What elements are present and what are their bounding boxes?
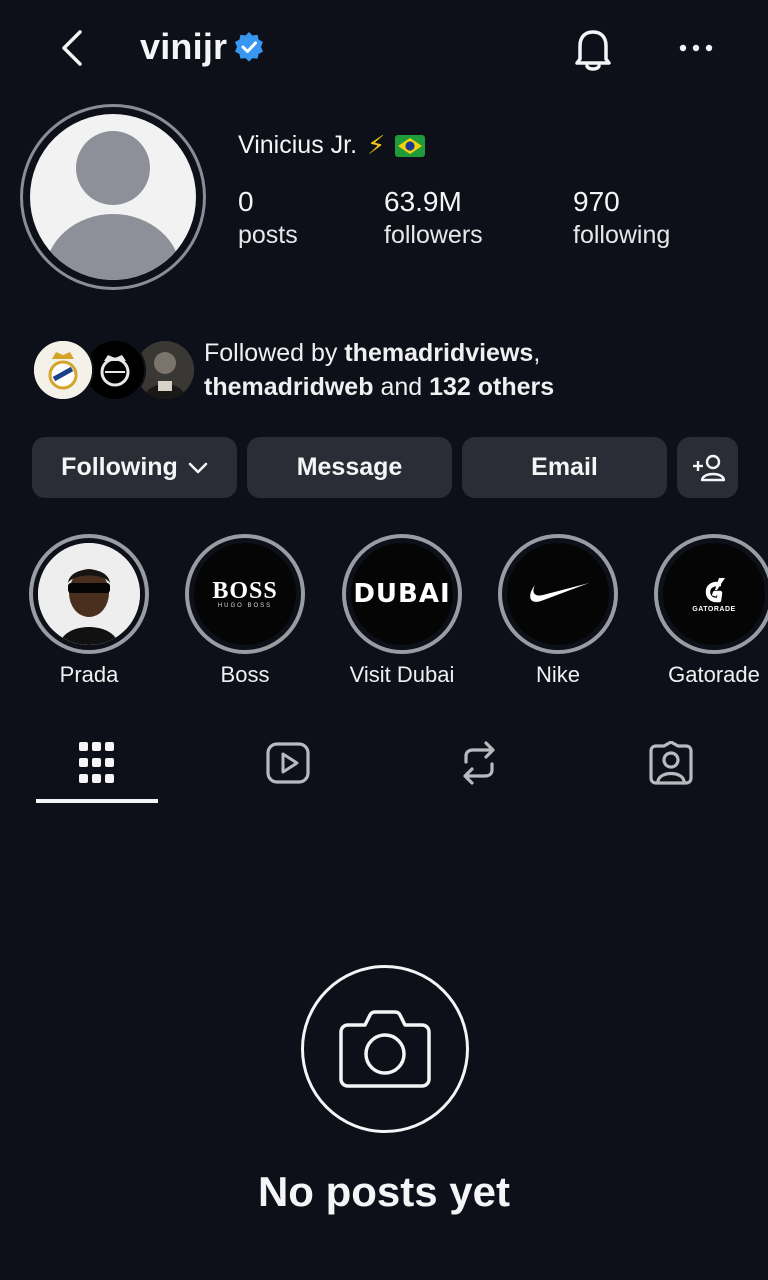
message-button[interactable]: Message [247,437,452,498]
following-label: following [573,221,671,249]
followed-prefix: Followed by [204,339,338,367]
active-tab-indicator [36,799,158,803]
reposts-icon [463,741,495,785]
empty-state-title: No posts yet [257,1168,511,1215]
highlight-ring [498,534,618,654]
followed-user-2[interactable]: themadridweb [204,373,373,401]
chevron-down-icon [188,462,208,473]
add-person-icon [692,454,725,481]
following-count: 970 [573,186,620,217]
camera-circle [301,965,469,1133]
chevron-left-icon [62,30,82,66]
lightning-emoji: ⚡ [367,130,386,160]
default-avatar-icon [30,114,196,280]
tab-posts-grid[interactable] [79,742,115,784]
profile-username: vinijr [140,26,228,67]
dubai-logo: DUBAI [351,543,453,645]
highlight-ring: GATORADE [654,534,768,654]
tab-reposts[interactable] [458,740,500,786]
profile-full-name: Vinicius Jr. ⚡ [238,130,426,161]
boss-logo: BOSS HUGO BOSS [194,543,296,645]
highlight-gatorade[interactable]: GATORADE Gatorade [654,534,768,688]
camera-icon [339,1010,431,1088]
highlight-label: Prada [59,662,119,687]
stat-followers[interactable]: 63.9M followers [384,186,483,252]
highlight-label: Boss [220,662,270,687]
full-name-text: Vinicius Jr. [238,131,358,159]
followers-count: 63.9M [384,186,462,217]
boss-logo-text: BOSS [212,578,278,604]
email-button[interactable]: Email [462,437,667,498]
suggest-users-button[interactable] [677,437,738,498]
bell-icon [575,30,611,71]
highlight-label: Gatorade [668,662,760,687]
gatorade-logo: GATORADE [663,543,765,645]
followed-user-1[interactable]: themadridviews [344,339,533,367]
nike-swoosh-icon [507,543,609,645]
verified-badge-icon [233,31,265,63]
highlight-visit-dubai[interactable]: DUBAI Visit Dubai [342,534,462,688]
profile-avatar[interactable] [20,104,206,290]
highlight-label: Visit Dubai [349,662,455,687]
tab-reels[interactable] [266,742,310,784]
highlight-nike[interactable]: Nike [498,534,618,688]
gatorade-logo-text: GATORADE [692,605,736,613]
highlight-ring: BOSS HUGO BOSS [185,534,305,654]
followed-by-text[interactable]: Followed by themadridviews, themadridweb… [204,336,554,404]
notifications-button[interactable] [572,26,614,72]
dubai-logo-text: DUBAI [353,579,451,609]
email-button-label: Email [531,453,598,481]
grid-icon [79,742,114,783]
highlight-ring [29,534,149,654]
posts-count: 0 [238,186,254,217]
back-button[interactable] [58,28,88,68]
more-options-button[interactable] [678,38,714,58]
followed-comma: , [533,339,541,367]
highlight-ring: DUBAI [342,534,462,654]
message-button-label: Message [296,453,403,481]
more-horizontal-icon [679,44,713,52]
reels-icon [266,742,310,784]
followed-others[interactable]: 132 others [429,373,554,401]
highlight-boss[interactable]: BOSS HUGO BOSS Boss [185,534,305,688]
gatorade-g-icon [705,577,725,602]
followers-label: followers [384,221,483,249]
followed-and: and [380,373,423,401]
tab-tagged[interactable] [649,741,693,785]
boss-logo-subtext: HUGO BOSS [217,603,273,609]
following-button-label: Following [61,453,178,481]
tagged-icon [649,741,693,785]
highlight-label: Nike [535,662,580,687]
stat-following[interactable]: 970 following [573,186,670,252]
stat-posts[interactable]: 0 posts [238,186,298,252]
following-button[interactable]: Following [32,437,237,498]
prada-highlight-image [38,543,140,645]
highlight-prada[interactable]: Prada [29,534,149,688]
follower-avatar-1 [32,339,94,401]
brazil-flag-icon [395,134,426,157]
posts-label: posts [238,221,298,249]
